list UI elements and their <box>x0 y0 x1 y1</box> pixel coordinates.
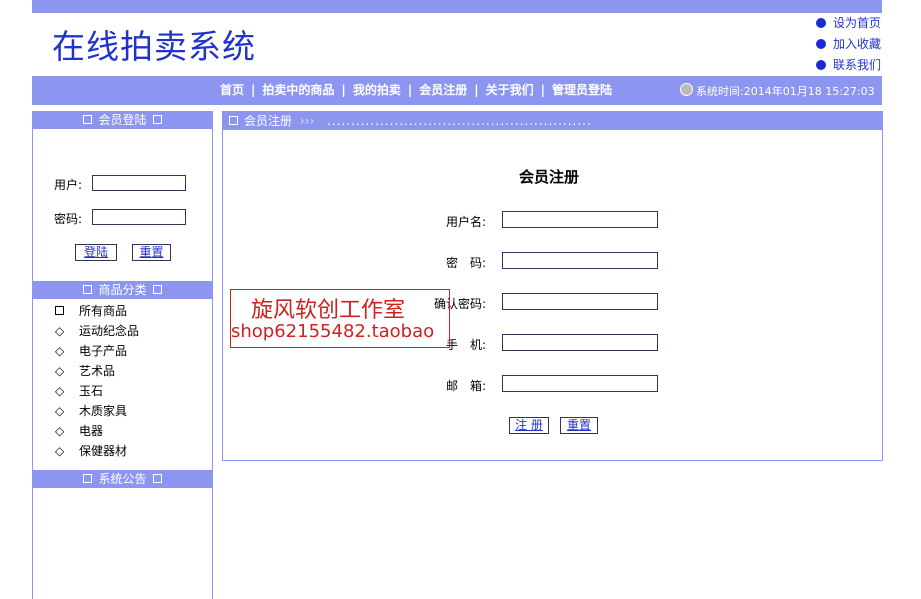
diamond-icon: ◇ <box>55 344 65 358</box>
email-label: 邮 箱: <box>445 379 486 393</box>
diamond-icon: ◇ <box>55 404 65 418</box>
category-item[interactable]: ◇ 保健器材 <box>33 443 212 463</box>
square-icon <box>55 306 64 315</box>
category-item[interactable]: ◇ 玉石 <box>33 383 212 403</box>
quick-link-homepage[interactable]: 设为首页 <box>816 15 906 36</box>
bullet-icon <box>816 18 826 28</box>
nav-item-home[interactable]: 首页 <box>220 83 244 97</box>
square-icon <box>83 285 93 294</box>
category-item[interactable]: ◇ 木质家具 <box>33 403 212 423</box>
login-panel-header: 会员登陆 <box>33 111 212 129</box>
reset-form-button[interactable]: 重置 <box>560 417 598 434</box>
login-panel: 用户: 密码: 登陆 重置 <box>33 129 212 281</box>
nav-item-my-auction[interactable]: 我的拍卖 <box>353 83 401 97</box>
quick-links: 设为首页 加入收藏 联系我们 <box>816 15 906 78</box>
diamond-icon: ◇ <box>55 384 65 398</box>
notice-panel-header: 系统公告 <box>33 470 212 488</box>
main-panel: 会员注册 ››› ...............................… <box>222 111 883 461</box>
password-input[interactable] <box>92 209 186 225</box>
square-icon <box>83 474 93 483</box>
clock-icon <box>680 83 693 96</box>
quick-link-contact[interactable]: 联系我们 <box>816 57 906 78</box>
nav-bar: 首页 | 拍卖中的商品 | 我的拍卖 | 会员注册 | 关于我们 | 管理员登陆 系统时间:2014… <box>32 76 882 105</box>
register-username-input[interactable] <box>502 211 658 228</box>
bullet-icon <box>816 39 826 49</box>
nav-separator: | <box>251 83 256 97</box>
category-item[interactable]: ◇ 运动纪念品 <box>33 323 212 343</box>
square-icon <box>83 115 93 124</box>
category-item[interactable]: 所有商品 <box>33 303 212 323</box>
diamond-icon: ◇ <box>55 424 65 438</box>
diamond-icon: ◇ <box>55 444 65 458</box>
reset-login-button[interactable]: 重置 <box>132 244 171 261</box>
site-logo[interactable]: 在线拍卖系统 <box>52 20 256 68</box>
confirm-password-input[interactable] <box>502 293 658 310</box>
register-password-input[interactable] <box>502 252 658 269</box>
nav-separator: | <box>540 83 546 97</box>
nav-item-register[interactable]: 会员注册 <box>419 83 467 97</box>
form-title: 会员注册 <box>519 168 580 186</box>
chevrons-icon: ››› <box>299 114 315 128</box>
password-label: 密码: <box>54 212 83 226</box>
diamond-icon: ◇ <box>55 364 65 378</box>
email-input[interactable] <box>502 375 658 392</box>
square-icon <box>152 474 162 483</box>
dotted-divider: ........................................… <box>327 114 592 128</box>
watermark-stamp: 旋风软创工作室 shop62155482.taobao <box>230 289 450 348</box>
nav-separator: | <box>407 83 413 97</box>
category-item[interactable]: ◇ 电器 <box>33 423 212 443</box>
top-bar <box>32 0 882 13</box>
diamond-icon: ◇ <box>55 324 65 338</box>
category-item[interactable]: ◇ 电子产品 <box>33 343 212 363</box>
quick-link-favorite[interactable]: 加入收藏 <box>816 36 906 57</box>
category-item[interactable]: ◇ 艺术品 <box>33 363 212 383</box>
sidebar: 会员登陆 用户: 密码: 登陆 重置 商品分类 所有商品 ◇ 运动纪念品 ◇ 电子产… <box>32 111 213 599</box>
system-time: 系统时间:2014年01月18 15:27:03 <box>680 76 875 105</box>
password-label: 密 码: <box>445 256 486 270</box>
username-label: 用户名: <box>445 215 486 229</box>
bullet-icon <box>816 60 826 70</box>
square-icon <box>152 115 162 124</box>
square-icon <box>229 116 238 125</box>
user-label: 用户: <box>54 178 83 192</box>
category-panel-header: 商品分类 <box>33 281 212 299</box>
nav-separator: | <box>341 83 346 97</box>
nav-separator: | <box>474 83 479 97</box>
login-button[interactable]: 登陆 <box>75 244 117 261</box>
register-button[interactable]: 注 册 <box>509 417 549 434</box>
username-input[interactable] <box>92 175 186 191</box>
phone-input[interactable] <box>502 334 658 351</box>
nav-item-auction-goods[interactable]: 拍卖中的商品 <box>262 83 334 97</box>
nav-menu: 首页 | 拍卖中的商品 | 我的拍卖 | 会员注册 | 关于我们 | 管理员登陆 <box>220 76 612 105</box>
breadcrumb: 会员注册 ››› ...............................… <box>223 112 882 130</box>
category-list: 所有商品 ◇ 运动纪念品 ◇ 电子产品 ◇ 艺术品 ◇ 玉石 ◇ 木质家具 ◇ 电器 ◇ 保健… <box>33 299 212 470</box>
nav-item-about[interactable]: 关于我们 <box>486 83 534 97</box>
square-icon <box>152 285 162 294</box>
nav-item-admin-login[interactable]: 管理员登陆 <box>552 83 612 97</box>
